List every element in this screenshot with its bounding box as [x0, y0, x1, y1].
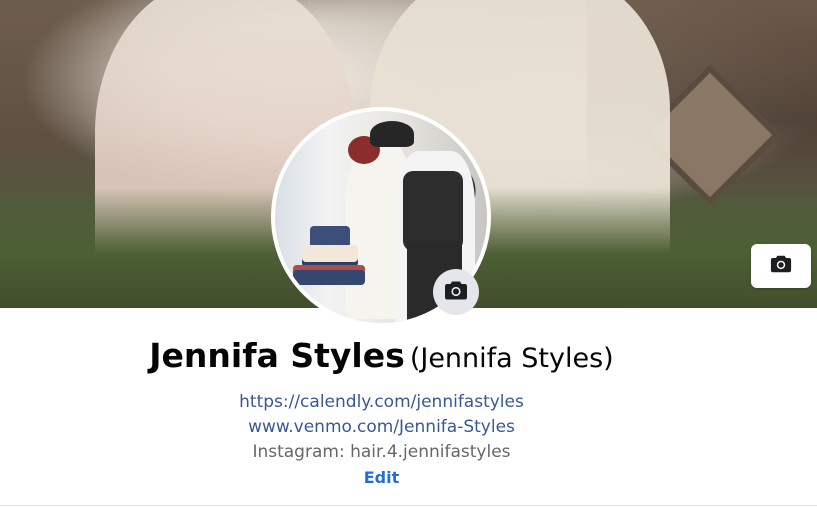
update-profile-picture-button[interactable]	[433, 269, 479, 315]
profile-name: Jennifa Styles	[149, 336, 405, 375]
bio-line-1: https://calendly.com/jennifastyles	[0, 392, 763, 412]
update-cover-photo-button[interactable]	[751, 244, 811, 288]
profile-name-heading: Jennifa Styles (Jennifa Styles)	[0, 336, 763, 375]
bio-line-3: Instagram: hair.4.jennifastyles	[0, 442, 763, 462]
profile-alternate-name: (Jennifa Styles)	[409, 343, 614, 374]
avatar-cake-bottom	[293, 265, 365, 285]
edit-bio-button[interactable]: Edit	[364, 468, 400, 487]
avatar-cake-middle	[302, 245, 358, 267]
venmo-link[interactable]: www.venmo.com/Jennifa-Styles	[248, 417, 515, 437]
bio-line-2: www.venmo.com/Jennifa-Styles	[0, 417, 763, 437]
avatar-groom-vest	[403, 171, 463, 251]
calendly-link[interactable]: https://calendly.com/jennifastyles	[239, 392, 524, 412]
instagram-handle: Instagram: hair.4.jennifastyles	[252, 442, 511, 462]
avatar-groom-hat	[370, 121, 414, 147]
camera-icon	[770, 254, 792, 278]
section-divider	[0, 505, 817, 506]
camera-icon	[444, 280, 468, 305]
bio-edit-row: Edit	[0, 468, 763, 488]
